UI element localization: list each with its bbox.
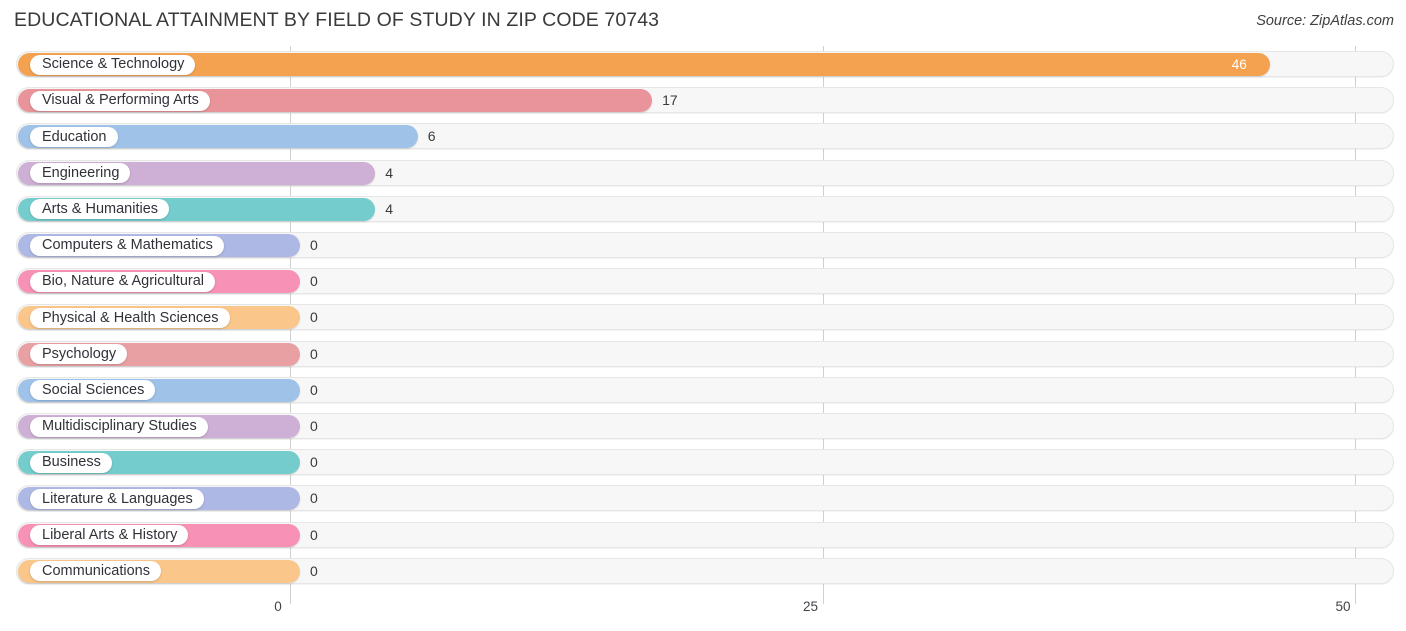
category-pill[interactable]: Social Sciences bbox=[30, 380, 156, 401]
bar-row[interactable]: Physical & Health Sciences 0 bbox=[0, 301, 1406, 337]
chart-plot-area: Science & Technology 46 Visual & Performin… bbox=[0, 46, 1406, 595]
x-axis: 0 25 50 bbox=[0, 595, 1406, 631]
axis-tick-label: 0 bbox=[274, 599, 282, 614]
category-pill[interactable]: Psychology bbox=[30, 344, 128, 365]
category-pill[interactable]: Engineering bbox=[30, 163, 131, 184]
category-label: Communications bbox=[42, 563, 150, 580]
axis-tick-mark bbox=[822, 595, 824, 604]
bar-row[interactable]: Engineering 4 bbox=[0, 157, 1406, 193]
source-attribution: Source: ZipAtlas.com bbox=[1256, 13, 1394, 29]
category-label: Visual & Performing Arts bbox=[42, 92, 199, 109]
category-pill[interactable]: Literature & Languages bbox=[30, 488, 204, 509]
value-label: 0 bbox=[310, 418, 318, 434]
value-label: 0 bbox=[310, 309, 318, 326]
category-label: Liberal Arts & History bbox=[42, 526, 178, 543]
bar-row[interactable]: Business 0 bbox=[0, 446, 1406, 482]
bar-row[interactable]: Arts & Humanities 4 bbox=[0, 193, 1406, 229]
axis-tick-mark bbox=[1355, 595, 1356, 604]
value-label: 0 bbox=[310, 381, 318, 398]
category-label: Social Sciences bbox=[42, 382, 145, 399]
value-label: 0 bbox=[310, 345, 318, 362]
value-bar[interactable] bbox=[18, 53, 1270, 76]
value-label: 0 bbox=[310, 273, 318, 290]
bar-row[interactable]: Communications 0 bbox=[0, 555, 1406, 591]
category-label: Psychology bbox=[42, 345, 117, 362]
category-label: Business bbox=[42, 454, 101, 471]
category-label: Bio, Nature & Agricultural bbox=[42, 273, 204, 290]
bar-rows: Science & Technology 46 Visual & Performin… bbox=[0, 46, 1406, 595]
value-label: 0 bbox=[310, 490, 318, 507]
category-pill[interactable]: Computers & Mathematics bbox=[30, 235, 224, 256]
bar-row[interactable]: Literature & Languages 0 bbox=[0, 482, 1406, 518]
bar-row[interactable]: Visual & Performing Arts 17 bbox=[0, 84, 1406, 120]
bar-row[interactable]: Education 6 bbox=[0, 120, 1406, 156]
value-label: 46 bbox=[1231, 56, 1247, 72]
category-pill[interactable]: Visual & Performing Arts bbox=[30, 90, 210, 111]
bar-row[interactable]: Liberal Arts & History 0 bbox=[0, 519, 1406, 555]
value-label: 4 bbox=[385, 200, 393, 217]
axis-tick-label: 25 bbox=[802, 599, 819, 614]
page-title: EDUCATIONAL ATTAINMENT BY FIELD OF STUDY… bbox=[14, 9, 660, 31]
category-label: Physical & Health Sciences bbox=[42, 309, 219, 326]
category-pill[interactable]: Multidisciplinary Studies bbox=[30, 416, 208, 437]
value-label: 0 bbox=[310, 562, 318, 579]
axis-tick-mark bbox=[290, 595, 291, 604]
category-label: Literature & Languages bbox=[42, 490, 193, 507]
category-pill[interactable]: Physical & Health Sciences bbox=[30, 307, 230, 328]
bar-row[interactable]: Computers & Mathematics 0 bbox=[0, 229, 1406, 265]
category-pill[interactable]: Business bbox=[30, 452, 112, 473]
category-pill[interactable]: Arts & Humanities bbox=[30, 199, 170, 220]
bar-row[interactable]: Bio, Nature & Agricultural 0 bbox=[0, 265, 1406, 301]
value-label: 0 bbox=[310, 526, 318, 543]
value-label: 4 bbox=[385, 164, 393, 181]
category-label: Education bbox=[42, 128, 107, 145]
category-label: Computers & Mathematics bbox=[42, 237, 213, 254]
category-pill[interactable]: Communications bbox=[30, 561, 161, 582]
category-pill[interactable]: Liberal Arts & History bbox=[30, 525, 189, 546]
category-pill[interactable]: Science & Technology bbox=[30, 54, 196, 75]
value-label: 6 bbox=[427, 128, 436, 145]
bar-row[interactable]: Social Sciences 0 bbox=[0, 374, 1406, 410]
category-label: Arts & Humanities bbox=[42, 201, 159, 218]
category-label: Engineering bbox=[42, 164, 120, 181]
bar-row[interactable]: Psychology 0 bbox=[0, 338, 1406, 374]
category-pill[interactable]: Education bbox=[30, 126, 118, 147]
category-label: Multidisciplinary Studies bbox=[42, 418, 197, 435]
value-label: 0 bbox=[310, 237, 318, 253]
category-label: Science & Technology bbox=[42, 56, 185, 73]
chart-header: EDUCATIONAL ATTAINMENT BY FIELD OF STUDY… bbox=[0, 0, 1406, 46]
bar-row[interactable]: Science & Technology 46 bbox=[0, 48, 1406, 84]
value-label: 0 bbox=[310, 454, 318, 471]
value-label: 17 bbox=[662, 92, 678, 109]
bar-row[interactable]: Multidisciplinary Studies 0 bbox=[0, 410, 1406, 446]
axis-tick-label: 50 bbox=[1335, 599, 1351, 614]
category-pill[interactable]: Bio, Nature & Agricultural bbox=[30, 271, 215, 292]
